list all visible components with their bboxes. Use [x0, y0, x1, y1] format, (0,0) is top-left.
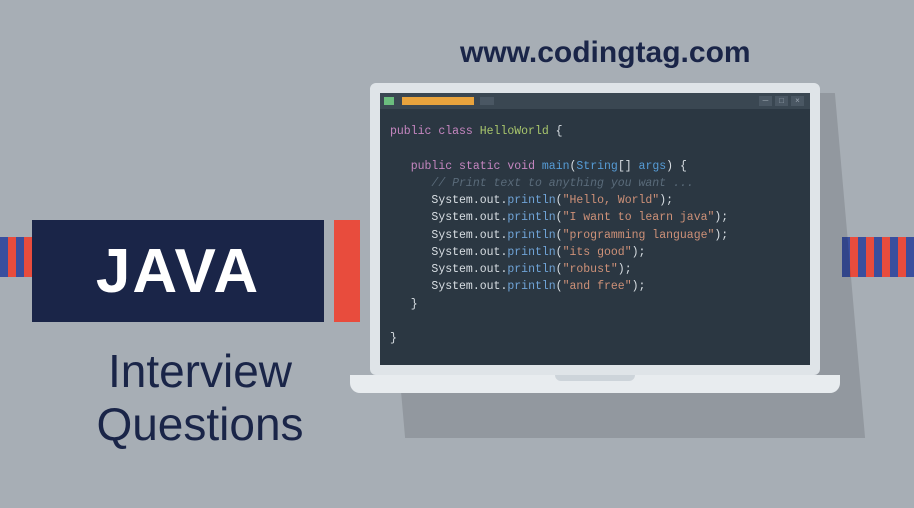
minimize-icon: ─ — [759, 96, 772, 106]
editor-title-bar: ─ □ × — [380, 93, 810, 109]
laptop-base — [350, 375, 840, 393]
laptop-screen: ─ □ × public class HelloWorld { public s… — [370, 83, 820, 375]
code-editor: public class HelloWorld { public static … — [380, 109, 810, 357]
maximize-icon: □ — [775, 96, 788, 106]
subtitle-line-1: Interview — [70, 345, 330, 398]
website-url: www.codingtag.com — [460, 36, 751, 70]
title-badge: JAVA — [32, 220, 324, 322]
close-icon: × — [791, 96, 804, 106]
title-badge-text: JAVA — [96, 236, 260, 307]
decorative-stripes-left — [0, 237, 32, 277]
laptop-illustration: ─ □ × public class HelloWorld { public s… — [370, 83, 840, 393]
subtitle-line-2: Questions — [70, 398, 330, 451]
subtitle: Interview Questions — [70, 345, 330, 451]
decorative-stripes-right — [842, 237, 914, 277]
accent-bar — [334, 220, 360, 322]
